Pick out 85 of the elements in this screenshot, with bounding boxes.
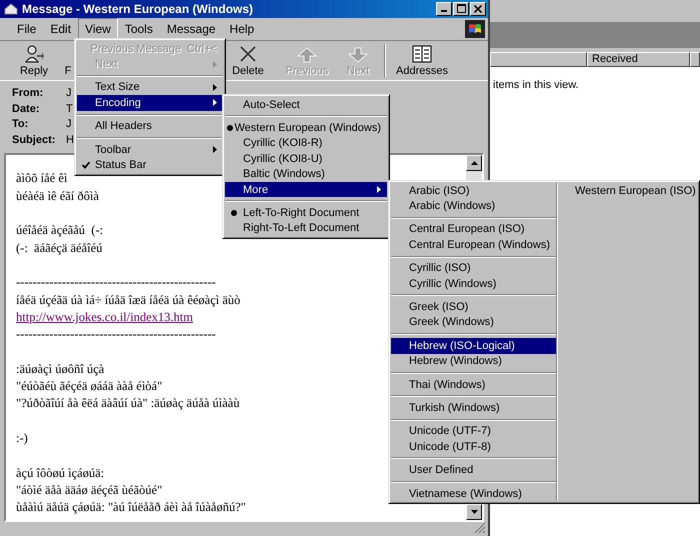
- body-text-line: ------------------------------------------------: [16, 326, 216, 344]
- menu-item[interactable]: Hebrew (Windows): [391, 354, 556, 369]
- menu-item[interactable]: Hebrew (ISO-Logical): [391, 338, 556, 354]
- address-book-icon: [412, 44, 432, 63]
- body-text-line: úéîåéä àçéãåú (-:: [16, 222, 104, 240]
- toolbar-button[interactable]: F: [60, 42, 76, 80]
- menu-item[interactable]: Arabic (Windows): [391, 198, 556, 214]
- window-title: Message - Western European (Windows): [22, 2, 254, 16]
- maximize-button[interactable]: [453, 2, 469, 16]
- down-arrow-icon: [348, 46, 368, 63]
- envelope-icon: [4, 2, 18, 15]
- body-text-line: (-: äáãéçä äéåîéú: [16, 240, 102, 257]
- menu-bar-item[interactable]: File: [10, 18, 44, 40]
- menu-bar-item[interactable]: Tools: [118, 18, 160, 40]
- menu-bar-item[interactable]: Help: [222, 18, 262, 40]
- menu-item[interactable]: Left-To-Right Document: [225, 205, 387, 221]
- header-label: To:: [12, 118, 30, 130]
- column-header[interactable]: [690, 52, 700, 67]
- body-text-line: "éúòãéù ãéçéä øááä ààå éìòá": [16, 378, 162, 396]
- down-arrow-icon: [470, 510, 478, 514]
- link[interactable]: http://www.jokes.co.il/index13.htm: [16, 310, 193, 324]
- menu-item[interactable]: Cyrillic (KOI8-U): [225, 151, 387, 167]
- body-text-line: "?úðòãîúí åà êëá äàâúí úà" :äúøàç äúåà úìààù: [16, 395, 240, 412]
- header-label: Date:: [12, 102, 41, 115]
- menu-item[interactable]: Greek (Windows): [391, 314, 556, 330]
- header-label: Subject:: [12, 134, 56, 146]
- scroll-down-button[interactable]: [466, 504, 482, 520]
- body-text-line: :äúøàçì úøôñî úçà: [16, 360, 104, 378]
- menu-item[interactable]: Cyrillic (KOI8-R): [225, 136, 387, 152]
- menu-item[interactable]: Cyrillic (ISO): [391, 260, 556, 276]
- menu-item[interactable]: Vietnamese (Windows): [391, 486, 556, 502]
- close-button[interactable]: [470, 2, 486, 16]
- menu-item[interactable]: Toolbar: [77, 142, 223, 158]
- body-text-line: ------------------------------------------------: [16, 274, 216, 292]
- up-arrow-icon: [297, 46, 317, 63]
- menu-item[interactable]: All Headers: [77, 118, 223, 134]
- body-text-line: íåéä úçéãä úà ìá÷ íúåä îæä íåéä úà êéøàçì äùò: [16, 292, 240, 309]
- resize-grip-icon[interactable]: [474, 522, 486, 534]
- toolbar-button[interactable]: Addresses: [388, 42, 456, 80]
- menu-item[interactable]: Turkish (Windows): [391, 400, 556, 416]
- menu-item[interactable]: More: [225, 182, 387, 198]
- person-arrow-icon: [23, 44, 45, 63]
- menu-item[interactable]: Central European (ISO): [391, 222, 556, 238]
- body-text-line: àçú îôòøú ìçáøúä:: [16, 464, 104, 482]
- menu-item[interactable]: User Defined: [391, 462, 556, 478]
- column-header[interactable]: [490, 52, 587, 67]
- empty-list-message: items in this view.: [493, 79, 579, 91]
- body-text-line: àìôõ íåé êì: [16, 170, 68, 188]
- body-text-line: ùåàìú äåúä çáøúä: "àú îúëååð áèì àå îúàåøñú?": [16, 499, 246, 516]
- minimize-button[interactable]: [436, 2, 452, 16]
- scroll-up-button[interactable]: [466, 155, 482, 172]
- menu-item[interactable]: Encoding: [77, 95, 223, 111]
- menu-item[interactable]: Western European (ISO): [557, 183, 700, 198]
- maximize-icon: [456, 4, 466, 14]
- menu-item[interactable]: Auto-Select: [225, 97, 387, 112]
- column-header[interactable]: Received: [587, 52, 690, 67]
- menu-item[interactable]: Status Bar: [77, 157, 223, 173]
- toolbar-button[interactable]: Delete: [226, 42, 270, 80]
- toolbar-button[interactable]: Reply: [8, 42, 60, 80]
- menu-item[interactable]: Unicode (UTF-7): [391, 424, 556, 440]
- menu-item[interactable]: Western European (Windows): [225, 120, 387, 136]
- menu-item[interactable]: Central European (Windows): [391, 237, 556, 253]
- body-text-line: "áòìé äåà ääáø äéçéã ùéãòúé": [16, 482, 162, 499]
- windows-logo-icon: [465, 20, 485, 38]
- minimize-icon: [441, 10, 447, 12]
- menu-item[interactable]: Arabic (ISO): [391, 183, 556, 198]
- body-text-line: :-): [16, 430, 28, 447]
- menu-item[interactable]: Text Size: [77, 80, 223, 96]
- menu-item[interactable]: Cyrillic (Windows): [391, 276, 556, 292]
- delete-x-icon: [239, 44, 257, 63]
- close-icon: [474, 4, 482, 13]
- header-value: J: [66, 87, 72, 100]
- menu-item[interactable]: Greek (ISO): [391, 299, 556, 315]
- menu-item[interactable]: Thai (Windows): [391, 376, 556, 392]
- menu-item[interactable]: Unicode (UTF-8): [391, 439, 556, 454]
- menu-bar-item[interactable]: Edit: [43, 18, 78, 40]
- menu-bar-item[interactable]: Message: [160, 18, 223, 40]
- body-text-line: ùéàéä ìê éãí ðôìà: [16, 188, 99, 205]
- up-arrow-icon: [470, 161, 478, 166]
- header-value: H: [66, 134, 74, 146]
- header-label: From:: [12, 87, 44, 100]
- header-value: J: [66, 118, 72, 130]
- menu-item[interactable]: Right-To-Left Document: [225, 220, 387, 236]
- header-value: T: [66, 102, 73, 115]
- menu-item[interactable]: Baltic (Windows): [225, 166, 387, 182]
